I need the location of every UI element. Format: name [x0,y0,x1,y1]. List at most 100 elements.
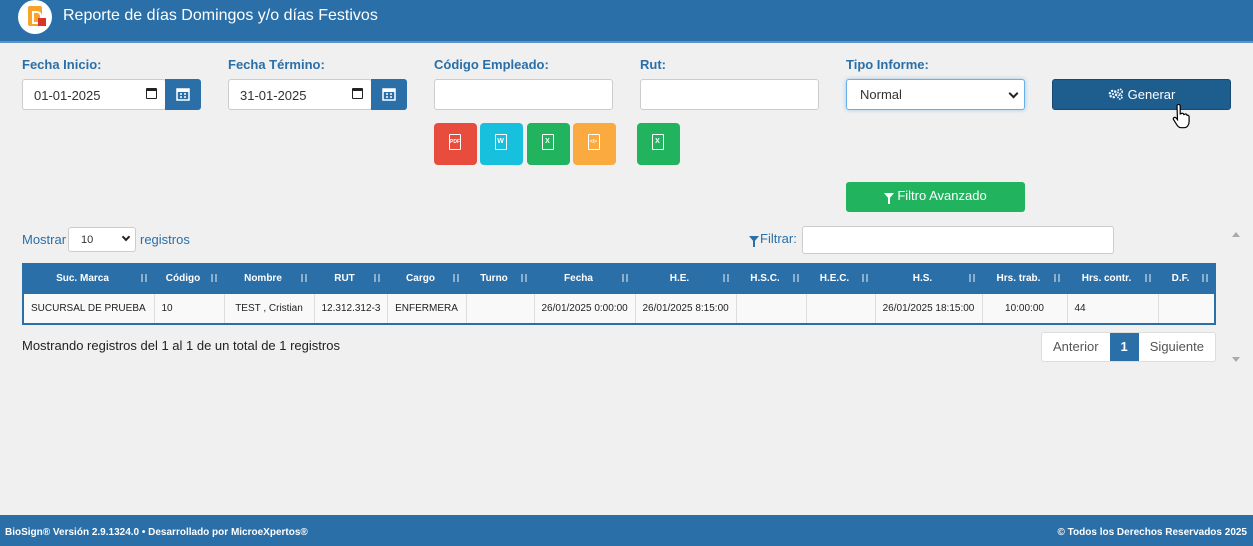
pagination-prev-button[interactable]: Anterior [1042,333,1110,361]
pdf-file-icon: PDF [449,134,461,150]
cell-turno [466,294,535,325]
page-size-select[interactable]: 10 [68,227,136,252]
date-picker-icon[interactable] [352,88,363,99]
scroll-up-icon[interactable] [1232,232,1240,237]
fecha-termino-input[interactable]: 31-01-2025 [228,79,372,110]
word-export-button[interactable]: W [480,123,523,165]
column-header-he[interactable]: H.E. [635,263,736,294]
fecha-inicio-value: 01-01-2025 [34,88,101,103]
excel-file-icon: X [542,134,554,150]
column-header-label: Cargo [406,273,435,284]
pdf-export-button[interactable]: PDF [434,123,477,165]
sort-icon [722,274,730,283]
cell-rut: 12.312.312-3 [314,294,388,325]
sort-icon [792,274,800,283]
sort-icon [1144,274,1152,283]
column-header-hec[interactable]: H.E.C. [806,263,875,294]
tipo-informe-selected: Normal [860,87,902,102]
xml-export-button[interactable]: </> [573,123,616,165]
app-footer: BioSign® Versión 2.9.1324.0 • Desarrolla… [0,515,1253,546]
cell-hs: 26/01/2025 18:15:00 [875,294,983,325]
column-header-hs[interactable]: H.S. [875,263,982,294]
cell-nombre: TEST , Cristian [224,294,315,325]
sort-icon [520,274,528,283]
word-file-icon: W [495,134,507,150]
codigo-empleado-label: Código Empleado: [434,57,549,72]
calendar-icon [176,88,190,101]
sort-icon [300,274,308,283]
filtrar-label: Filtrar: [749,231,797,247]
column-header-label: Hrs. contr. [1081,273,1132,284]
filtro-avanzado-button[interactable]: Filtro Avanzado [846,182,1025,212]
column-header-hsc[interactable]: H.S.C. [736,263,806,294]
cell-suc-marca: SUCURSAL DE PRUEBA [22,294,155,325]
sort-icon [1053,274,1061,283]
column-header-label: Turno [480,273,508,284]
mostrar-label: Mostrar [22,232,67,247]
scroll-down-icon[interactable] [1232,357,1240,362]
page-size-value: 10 [81,234,94,246]
generar-label: Generar [1127,87,1176,102]
sort-icon [861,274,869,283]
column-header-turno[interactable]: Turno [466,263,534,294]
column-header-label: H.S.C. [750,273,780,284]
filtrar-text: Filtrar: [760,231,797,246]
table-row[interactable]: SUCURSAL DE PRUEBA 10 TEST , Cristian 12… [22,294,1216,325]
cell-fecha: 26/01/2025 0:00:00 [534,294,636,325]
fecha-inicio-input[interactable]: 01-01-2025 [22,79,166,110]
column-header-nombre[interactable]: Nombre [224,263,314,294]
column-header-codigo[interactable]: Código [154,263,224,294]
filtrar-input[interactable] [802,226,1114,254]
column-header-suc-marca[interactable]: Suc. Marca [23,263,154,294]
rut-input[interactable] [640,79,819,110]
table-header-row: Suc. Marca Código Nombre RUT Cargo Turno… [23,263,1215,294]
gears-icon [1108,88,1123,100]
tipo-informe-label: Tipo Informe: [846,57,929,72]
filtro-avanzado-label: Filtro Avanzado [897,188,987,203]
cell-hsc [736,294,807,325]
tipo-informe-select[interactable]: Normal [846,79,1025,110]
column-header-label: H.E. [669,273,690,284]
column-header-label: Hrs. trab. [996,273,1041,284]
cell-hrs-trab: 10:00:00 [982,294,1068,325]
date-picker-icon[interactable] [146,88,157,99]
cell-hec [806,294,876,325]
excel-export-button-2[interactable]: X [637,123,680,165]
footer-copyright: © Todos los Derechos Reservados 2025 [1057,527,1247,538]
fecha-inicio-label: Fecha Inicio: [22,57,102,72]
column-header-label: Suc. Marca [56,273,109,284]
fecha-termino-calendar-button[interactable] [371,79,407,110]
fecha-termino-label: Fecha Término: [228,57,325,72]
column-header-hrs-contr[interactable]: Hrs. contr. [1067,263,1158,294]
pagination-page-1[interactable]: 1 [1109,333,1139,361]
fecha-termino-value: 31-01-2025 [240,88,307,103]
filter-icon [749,236,759,247]
excel-export-button[interactable]: X [527,123,570,165]
codigo-empleado-input[interactable] [434,79,613,110]
chevron-down-icon [121,232,131,242]
cell-he: 26/01/2025 8:15:00 [635,294,737,325]
column-header-fecha[interactable]: Fecha [534,263,635,294]
code-file-icon: </> [588,134,600,150]
cell-codigo: 10 [154,294,225,325]
column-header-rut[interactable]: RUT [314,263,387,294]
column-header-hrs-trab[interactable]: Hrs. trab. [982,263,1067,294]
sort-icon [621,274,629,283]
rut-label: Rut: [640,57,666,72]
report-table: Suc. Marca Código Nombre RUT Cargo Turno… [22,263,1216,325]
sort-icon [373,274,381,283]
pagination-next-button[interactable]: Siguiente [1139,333,1215,361]
hand-cursor-icon [1172,104,1190,129]
fecha-inicio-calendar-button[interactable] [165,79,201,110]
sort-icon [968,274,976,283]
column-header-cargo[interactable]: Cargo [387,263,466,294]
registros-label: registros [140,232,190,247]
cell-df [1158,294,1216,325]
column-header-label: D.F. [1171,273,1190,284]
column-header-label: RUT [334,273,355,284]
footer-version: BioSign® Versión 2.9.1324.0 • Desarrolla… [5,527,308,538]
chevron-down-icon [1008,88,1019,99]
column-header-df[interactable]: D.F. [1158,263,1215,294]
column-header-label: Nombre [244,273,282,284]
generar-button[interactable]: Generar [1052,79,1231,110]
